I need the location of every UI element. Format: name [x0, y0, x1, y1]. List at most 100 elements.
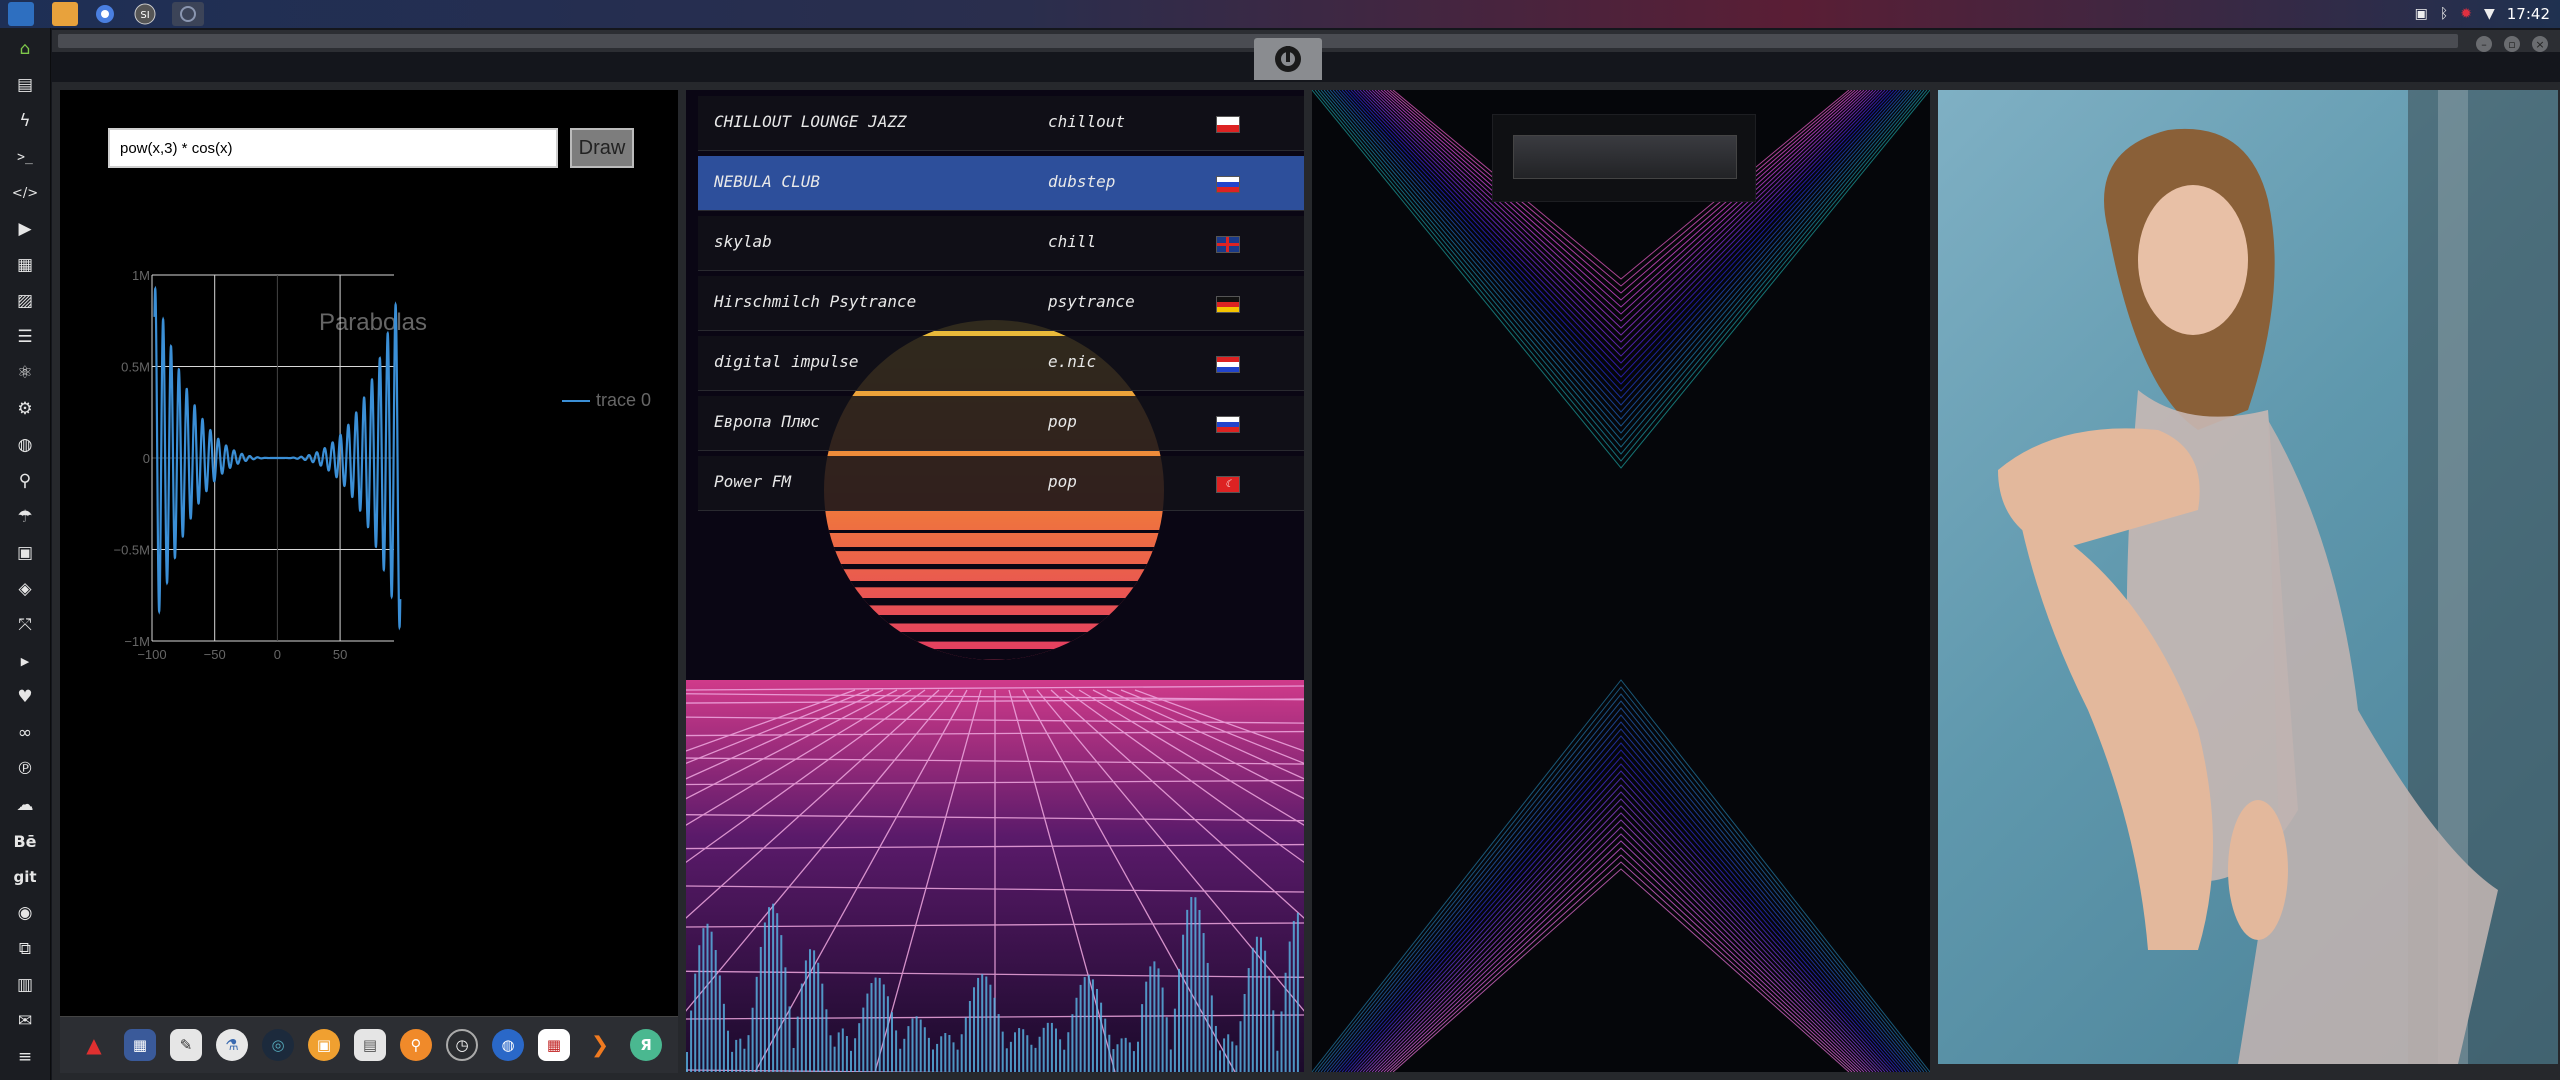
browser-icon[interactable]: ◍: [492, 1029, 524, 1061]
equalizer-bar: [1030, 1044, 1033, 1072]
search-app-icon[interactable]: ⚲: [400, 1029, 432, 1061]
chevron-pattern: [1312, 90, 1930, 1072]
rebel-logo-tab[interactable]: [1254, 38, 1322, 80]
heart-icon[interactable]: ♥: [12, 684, 38, 710]
equalizer-bar: [968, 1000, 971, 1072]
station-name: Hirschmilch Psytrance: [714, 292, 917, 311]
git-icon[interactable]: ◈: [12, 576, 38, 602]
yandex-icon[interactable]: Я: [630, 1029, 662, 1061]
station-row[interactable]: Hirschmilch Psytrance psytrance: [698, 276, 1304, 331]
fullscreen-icon[interactable]: ⤧: [12, 612, 38, 638]
globe-3d-icon[interactable]: ◎: [262, 1029, 294, 1061]
equalizer-bar: [899, 1048, 902, 1072]
terminal-arrow-icon[interactable]: ❯: [584, 1029, 616, 1061]
network-icon[interactable]: ⧉: [12, 936, 38, 962]
flag-de-icon: [1216, 296, 1240, 313]
pinterest-icon[interactable]: ℗: [12, 756, 38, 782]
app-launcher-icon[interactable]: ▲: [78, 1029, 110, 1061]
equalizer-bar: [780, 935, 783, 1072]
clock-icon[interactable]: ◷: [446, 1029, 478, 1061]
news-icon[interactable]: ☰: [12, 324, 38, 350]
equalizer-bar: [1034, 1047, 1037, 1072]
station-row[interactable]: Power FM pop ☾: [698, 456, 1304, 511]
equalizer-bar: [1231, 1041, 1234, 1072]
git-text-icon[interactable]: git: [12, 864, 38, 890]
equalizer-bar: [1247, 968, 1250, 1072]
search-icon[interactable]: ⚲: [12, 468, 38, 494]
umbrella-icon[interactable]: ☂: [12, 504, 38, 530]
youtube-icon[interactable]: ▶: [12, 648, 38, 674]
list-icon[interactable]: ≡: [12, 1044, 38, 1070]
calendar-icon[interactable]: ▦: [538, 1029, 570, 1061]
equalizer-bar: [1288, 941, 1291, 1072]
equalizer-bar: [850, 1050, 852, 1072]
legend[interactable]: trace 0: [562, 390, 651, 410]
equalizer-bar: [1157, 968, 1160, 1072]
equalizer-bar: [1120, 1038, 1123, 1072]
chrome-app-icon[interactable]: [92, 2, 118, 26]
lab-icon[interactable]: ⚗: [216, 1029, 248, 1061]
equalizer-bar: [1112, 1049, 1115, 1072]
equalizer-bar: [776, 913, 779, 1072]
calculator-icon[interactable]: ▦: [124, 1029, 156, 1061]
alert-icon[interactable]: ✹: [2460, 6, 2472, 22]
document-icon[interactable]: ▤: [12, 72, 38, 98]
calendar-app-icon[interactable]: ▤: [354, 1029, 386, 1061]
si-app-icon[interactable]: SI: [132, 2, 158, 26]
station-row[interactable]: Европа Плюс pop: [698, 396, 1304, 451]
clock[interactable]: 17:42: [2507, 5, 2550, 23]
play-icon[interactable]: ▶: [12, 216, 38, 242]
settings-icon[interactable]: ⚙: [12, 396, 38, 422]
screenshot-icon[interactable]: ▣: [2415, 6, 2428, 22]
station-row[interactable]: NEBULA CLUB dubstep: [698, 156, 1304, 211]
cloud-icon[interactable]: ☁: [12, 792, 38, 818]
maximize-button[interactable]: ▫: [2504, 36, 2520, 52]
y-tick-label: 0: [143, 451, 150, 466]
lastfm-icon[interactable]: ∞: [12, 720, 38, 746]
globe-icon[interactable]: ◍: [12, 432, 38, 458]
github-icon[interactable]: ◉: [12, 900, 38, 926]
lightning-icon[interactable]: ϟ: [12, 108, 38, 134]
atom-icon[interactable]: ⚛: [12, 360, 38, 386]
terminal-icon[interactable]: >_: [12, 144, 38, 170]
station-row[interactable]: digital impulse e.nic: [698, 336, 1304, 391]
chevron-line-bottom: [1347, 763, 1895, 1072]
draw-button[interactable]: Draw: [570, 128, 634, 168]
station-row[interactable]: CHILLOUT LOUNGE JAZZ chillout: [698, 96, 1304, 151]
image-icon[interactable]: ▨: [12, 288, 38, 314]
station-genre: pop: [1048, 472, 1077, 491]
code-icon[interactable]: </>: [12, 180, 38, 206]
equalizer-bar: [747, 1035, 750, 1072]
function-plot[interactable]: Parabolas −1M−0.5M00.5M1M−100 −50 0 50 trac…: [60, 200, 678, 1030]
equalizer-bar: [792, 1047, 795, 1072]
equalizer-bar: [989, 984, 992, 1072]
bluetooth-icon[interactable]: ᛒ: [2440, 6, 2448, 22]
equalizer-bar: [956, 1049, 959, 1072]
equalizer-bar: [772, 903, 775, 1072]
station-row[interactable]: skylab chill: [698, 216, 1304, 271]
equalizer-bar: [993, 997, 996, 1072]
map-icon[interactable]: ▥: [12, 972, 38, 998]
minimize-button[interactable]: –: [2476, 36, 2492, 52]
chevron-line-bottom: [1326, 714, 1916, 1072]
equalizer-bar: [886, 996, 889, 1072]
text-editor-icon[interactable]: ✎: [170, 1029, 202, 1061]
window-app-icon[interactable]: [172, 2, 204, 26]
equalizer-bar: [1165, 1017, 1168, 1072]
wifi-icon[interactable]: ▼: [2484, 6, 2495, 22]
files-icon[interactable]: ▦: [12, 252, 38, 278]
equalizer-bar: [1096, 988, 1098, 1072]
deco-input-field[interactable]: [1513, 135, 1737, 179]
chevron-line-bottom: [1312, 679, 1930, 1072]
chevron-line-bottom: [1389, 861, 1853, 1072]
contacts-icon[interactable]: ▣: [12, 540, 38, 566]
mail-icon[interactable]: ✉: [12, 1008, 38, 1034]
formula-input[interactable]: [108, 128, 558, 168]
files-app-icon[interactable]: [8, 2, 34, 26]
sublime-app-icon[interactable]: [52, 2, 78, 26]
behance-icon[interactable]: Bē: [12, 828, 38, 854]
equalizer-bar: [1153, 961, 1156, 1072]
close-button[interactable]: ×: [2532, 36, 2548, 52]
image-viewer-icon[interactable]: ▣: [308, 1029, 340, 1061]
home-icon[interactable]: ⌂: [12, 36, 38, 62]
